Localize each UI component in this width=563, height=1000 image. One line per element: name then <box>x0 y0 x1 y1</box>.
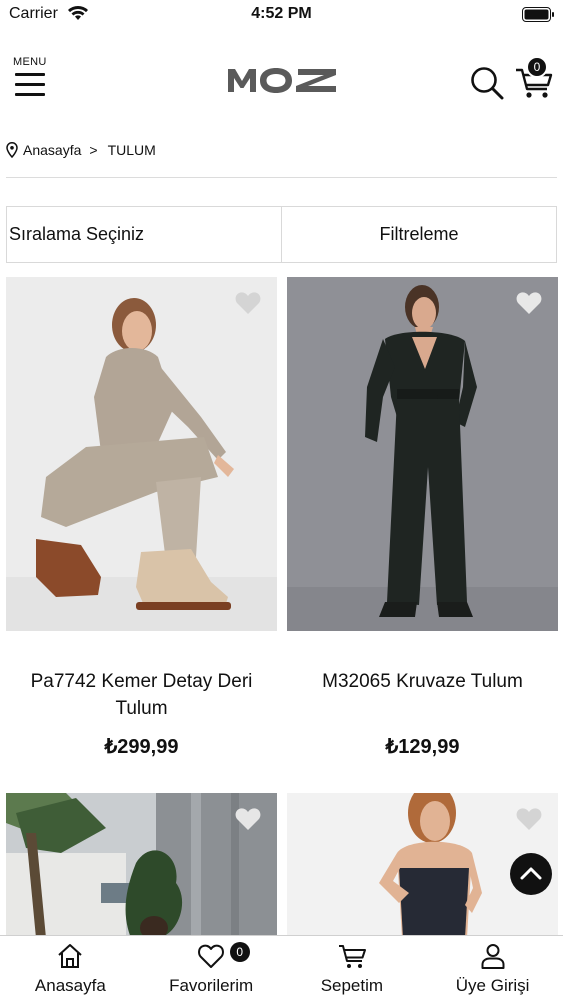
product-card[interactable]: M32065 Kruvaze Tulum ₺129,99 <box>287 277 558 758</box>
sort-button[interactable]: Sıralama Seçiniz <box>7 207 282 262</box>
breadcrumb-current: TULUM <box>107 142 156 158</box>
product-title[interactable]: M32065 Kruvaze Tulum <box>287 668 558 695</box>
home-icon <box>58 944 83 968</box>
product-image[interactable] <box>287 277 558 631</box>
favorite-heart-icon[interactable] <box>235 807 261 831</box>
header-cart-button[interactable]: 0 <box>514 56 554 100</box>
heart-icon <box>198 944 225 968</box>
product-price: ₺299,99 <box>104 736 179 758</box>
moz-logo[interactable] <box>226 66 338 94</box>
menu-button[interactable]: MENU <box>13 56 53 102</box>
favorite-heart-icon[interactable] <box>516 807 542 831</box>
cart-icon <box>338 945 366 968</box>
tab-favorites[interactable]: 0 Favorilerim <box>141 936 282 1000</box>
product-card[interactable]: Pa7742 Kemer Detay Deri Tulum ₺299,99 <box>6 277 277 758</box>
app-header: MENU 0 <box>0 50 563 110</box>
search-icon[interactable] <box>470 66 504 100</box>
tab-cart-label: Sepetim <box>320 976 384 995</box>
scroll-to-top-button[interactable] <box>510 853 552 895</box>
tab-cart[interactable]: Sepetim <box>282 936 423 1000</box>
user-icon <box>481 944 505 969</box>
product-photo <box>6 277 277 631</box>
battery-icon <box>522 7 554 22</box>
favorite-heart-icon[interactable] <box>235 291 261 315</box>
favorite-heart-icon[interactable] <box>516 291 542 315</box>
chevron-up-icon <box>520 867 542 880</box>
product-image[interactable] <box>6 277 277 631</box>
favorites-count-badge: 0 <box>229 942 250 962</box>
status-bar: Carrier 4:52 PM <box>0 0 563 30</box>
sort-filter-bar: Sıralama Seçiniz Filtreleme <box>6 206 557 263</box>
tab-account[interactable]: Üye Girişi <box>422 936 563 1000</box>
filter-button[interactable]: Filtreleme <box>282 207 556 262</box>
breadcrumb-home-link[interactable]: Anasayfa <box>23 142 81 158</box>
hamburger-icon <box>15 73 45 99</box>
product-price: ₺129,99 <box>385 736 460 758</box>
clock: 4:52 PM <box>251 5 312 22</box>
breadcrumb-separator: > <box>89 142 98 158</box>
location-pin-icon <box>6 142 18 158</box>
cart-count-badge: 0 <box>526 56 548 78</box>
bottom-tab-bar: Anasayfa 0 Favorilerim Sepetim Üye Giriş… <box>0 935 563 1000</box>
product-photo <box>287 277 558 631</box>
breadcrumb: Anasayfa > TULUM <box>6 140 156 160</box>
tab-home[interactable]: Anasayfa <box>0 936 141 1000</box>
menu-label: MENU <box>13 56 47 68</box>
divider <box>6 177 557 178</box>
tab-home-label: Anasayfa <box>34 976 106 995</box>
tab-account-label: Üye Girişi <box>455 976 530 995</box>
product-title[interactable]: Pa7742 Kemer Detay Deri Tulum <box>6 668 277 722</box>
tab-favorites-label: Favorilerim <box>169 976 254 995</box>
product-card[interactable] <box>6 793 277 938</box>
